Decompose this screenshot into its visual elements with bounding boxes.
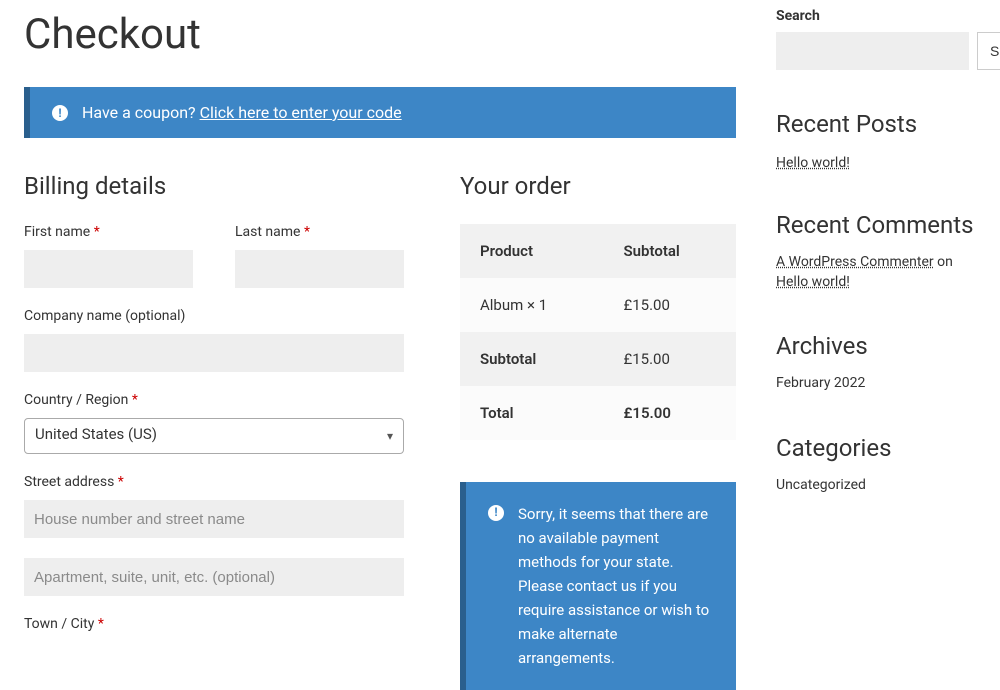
info-icon: ! (488, 505, 504, 521)
coupon-notice-text: Have a coupon? Click here to enter your … (82, 103, 402, 122)
category-item[interactable]: Uncategorized (776, 476, 976, 496)
table-row: Album × 1 £15.00 (460, 278, 736, 332)
page-title: Checkout (24, 10, 736, 59)
search-input[interactable] (776, 32, 969, 70)
last-name-label: Last name * (235, 224, 404, 240)
item-price: £15.00 (604, 278, 736, 332)
total-label: Total (460, 386, 604, 440)
archives-title: Archives (776, 332, 976, 360)
search-button[interactable]: Search (977, 32, 1000, 70)
subtotal-value: £15.00 (604, 332, 736, 386)
billing-heading: Billing details (24, 172, 404, 200)
categories-title: Categories (776, 434, 976, 462)
col-product: Product (460, 224, 604, 278)
first-name-label: First name * (24, 224, 193, 240)
coupon-notice: ! Have a coupon? Click here to enter you… (24, 87, 736, 138)
table-row: Subtotal £15.00 (460, 332, 736, 386)
coupon-prefix: Have a coupon? (82, 103, 200, 122)
archive-item[interactable]: February 2022 (776, 374, 976, 394)
recent-comment-item: A WordPress Commenter on Hello world! (776, 253, 976, 292)
country-select[interactable]: United States (US) (24, 418, 404, 454)
item-name: Album × 1 (460, 278, 604, 332)
street-label: Street address * (24, 474, 404, 490)
company-input[interactable] (24, 334, 404, 372)
col-subtotal: Subtotal (604, 224, 736, 278)
recent-posts-title: Recent Posts (776, 110, 976, 138)
commenter-link[interactable]: A WordPress Commenter (776, 254, 934, 270)
recent-post-link[interactable]: Hello world! (776, 155, 850, 171)
table-row: Total £15.00 (460, 386, 736, 440)
coupon-link[interactable]: Click here to enter your code (200, 103, 402, 122)
search-label: Search (776, 8, 976, 24)
order-heading: Your order (460, 172, 736, 200)
payment-error-text: Sorry, it seems that there are no availa… (518, 502, 714, 670)
recent-comments-title: Recent Comments (776, 211, 976, 239)
total-value: £15.00 (604, 386, 736, 440)
payment-error-notice: ! Sorry, it seems that there are no avai… (460, 482, 736, 690)
comment-post-link[interactable]: Hello world! (776, 274, 850, 290)
first-name-input[interactable] (24, 250, 193, 288)
info-icon: ! (52, 105, 68, 121)
town-label: Town / City * (24, 616, 404, 632)
country-label: Country / Region * (24, 392, 404, 408)
street-input[interactable] (24, 500, 404, 538)
order-table: Product Subtotal Album × 1 £15.00 Subtot… (460, 224, 736, 440)
company-label: Company name (optional) (24, 308, 404, 324)
on-text: on (934, 254, 953, 270)
last-name-input[interactable] (235, 250, 404, 288)
street2-input[interactable] (24, 558, 404, 596)
subtotal-label: Subtotal (460, 332, 604, 386)
